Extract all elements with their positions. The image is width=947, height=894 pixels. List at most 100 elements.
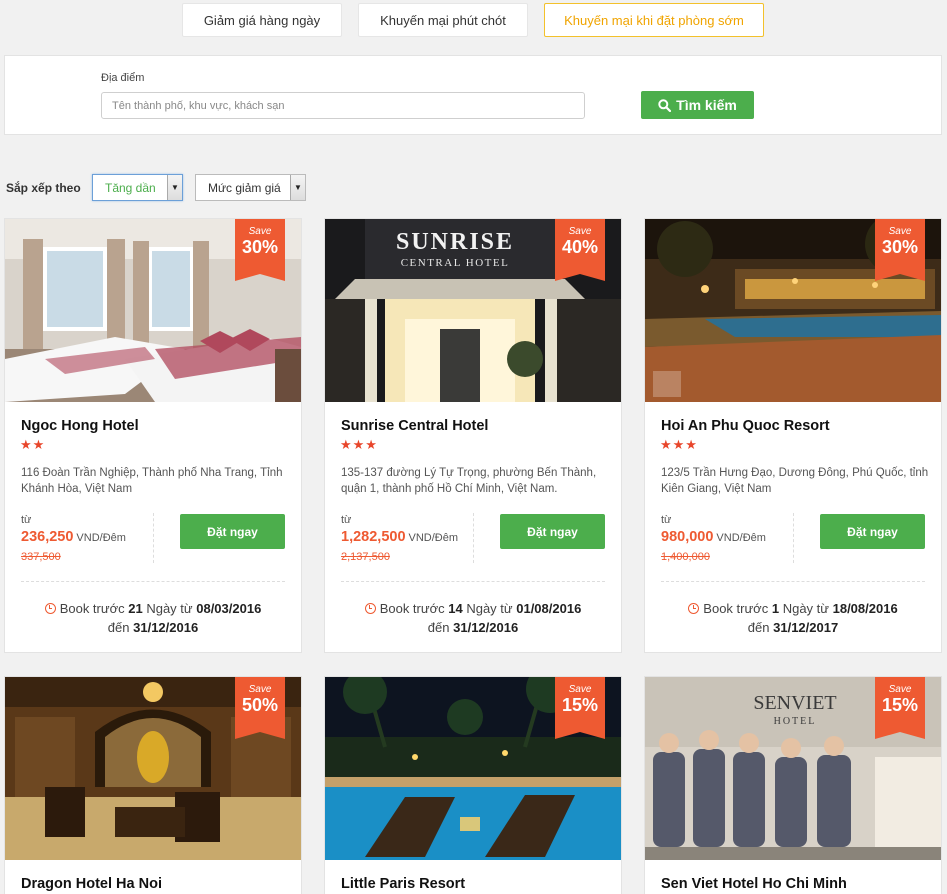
clock-icon: [364, 603, 376, 614]
validity-from: 08/03/2016: [196, 601, 262, 616]
discount-value: 15%: [561, 695, 599, 715]
book-now-button[interactable]: Đặt ngay: [500, 514, 605, 549]
save-label: Save: [568, 226, 592, 237]
discount-badge: Save 15%: [555, 677, 605, 739]
sort-bar: Sắp xếp theo Tăng dần ▼ Mức giảm giá ▼: [0, 174, 947, 204]
location-input[interactable]: [101, 92, 585, 119]
price-unit: VND/Đêm: [408, 532, 459, 544]
hotel-card[interactable]: SUNRISE CENTRAL HOTEL Save 40% Sunrise C…: [324, 218, 622, 653]
validity-to: 31/12/2017: [773, 620, 839, 635]
validity-to: 31/12/2016: [453, 620, 519, 635]
discount-value: 30%: [881, 237, 919, 257]
price: 980,000 VND/Đêm: [661, 529, 766, 545]
save-label: Save: [248, 226, 272, 237]
divider: [153, 513, 154, 563]
validity-mid: Ngày từ: [782, 601, 829, 616]
save-label: Save: [568, 684, 592, 695]
hotel-name[interactable]: Dragon Hotel Ha Noi: [21, 876, 162, 892]
validity-mid: Ngày từ: [146, 601, 193, 616]
star-rating: ★★★: [660, 437, 698, 452]
star-rating: ★★: [20, 437, 46, 452]
validity-to-label: đến: [107, 620, 130, 635]
hotel-name[interactable]: Hoi An Phu Quoc Resort: [661, 418, 830, 434]
hotel-card[interactable]: SENVIET HOTEL Save 15% Sen Viet Hotel Ho…: [644, 676, 942, 894]
old-price: 2,137,500: [341, 551, 390, 563]
validity-prefix: Book trước: [59, 601, 125, 616]
sign-title: SUNRISE: [396, 229, 514, 255]
book-now-button[interactable]: Đặt ngay: [820, 514, 925, 549]
divider: [661, 581, 925, 582]
old-price: 337,500: [21, 551, 61, 563]
hotel-address: 123/5 Trần Hưng Đạo, Dương Đông, Phú Quố…: [661, 467, 929, 495]
discount-badge: Save 30%: [235, 219, 285, 281]
booking-validity: Book trước 21 Ngày từ 08/03/2016 đến 31/…: [5, 599, 301, 637]
discount-value: 40%: [561, 237, 599, 257]
star-rating: ★★★: [340, 437, 378, 452]
validity-to-label: đến: [427, 620, 450, 635]
sort-criteria-select[interactable]: Mức giảm giá ▼: [195, 174, 306, 201]
search-icon: [658, 98, 672, 112]
tab-daily-deals[interactable]: Giảm giá hàng ngày: [182, 3, 342, 37]
chevron-down-icon: ▼: [167, 175, 182, 200]
hotel-card[interactable]: Save 30% Hoi An Phu Quoc Resort ★★★ 123/…: [644, 218, 942, 653]
price-unit: VND/Đêm: [76, 532, 126, 544]
hotel-name[interactable]: Sunrise Central Hotel: [341, 418, 488, 434]
divider: [341, 581, 605, 582]
validity-to: 31/12/2016: [133, 620, 199, 635]
tab-early-booking[interactable]: Khuyến mại khi đặt phòng sớm: [544, 3, 764, 37]
clock-icon: [44, 603, 56, 614]
sign-subtitle: CENTRAL HOTEL: [401, 257, 510, 269]
validity-days: 21: [128, 601, 143, 616]
save-label: Save: [888, 684, 912, 695]
search-panel: Địa điểm Tìm kiếm: [4, 55, 942, 135]
save-label: Save: [888, 226, 912, 237]
from-label: từ: [341, 514, 352, 526]
hotel-address: 116 Đoàn Trần Nghiệp, Thành phố Nha Tran…: [21, 467, 283, 495]
booking-validity: Book trước 1 Ngày từ 18/08/2016 đến 31/1…: [645, 599, 941, 637]
validity-days: 14: [448, 601, 463, 616]
hotel-name[interactable]: Ngoc Hong Hotel: [21, 418, 139, 434]
divider: [473, 513, 474, 563]
sort-order-select[interactable]: Tăng dần ▼: [92, 174, 183, 201]
hotel-name[interactable]: Little Paris Resort: [341, 876, 465, 892]
sign-title: SENVIET: [753, 692, 836, 714]
from-label: từ: [21, 514, 32, 526]
deal-tabs: Giảm giá hàng ngày Khuyến mại phút chót …: [0, 0, 947, 44]
search-button-label: Tìm kiếm: [676, 97, 737, 113]
hotel-card[interactable]: Save 30% Ngoc Hong Hotel ★★ 116 Đoàn Trầ…: [4, 218, 302, 653]
price: 1,282,500 VND/Đêm: [341, 529, 458, 545]
divider: [21, 581, 285, 582]
discount-value: 15%: [881, 695, 919, 715]
validity-prefix: Book trước: [703, 601, 769, 616]
tab-last-minute[interactable]: Khuyến mại phút chót: [358, 3, 528, 37]
validity-mid: Ngày từ: [466, 601, 513, 616]
search-button[interactable]: Tìm kiếm: [641, 91, 754, 119]
hotel-card[interactable]: Save 50% Dragon Hotel Ha Noi: [4, 676, 302, 894]
sign-subtitle: HOTEL: [774, 716, 817, 727]
discount-badge: Save 40%: [555, 219, 605, 281]
hotel-name[interactable]: Sen Viet Hotel Ho Chi Minh: [661, 876, 847, 892]
validity-prefix: Book trước: [379, 601, 445, 616]
booking-validity: Book trước 14 Ngày từ 01/08/2016 đến 31/…: [325, 599, 621, 637]
discount-badge: Save 50%: [235, 677, 285, 739]
book-now-button[interactable]: Đặt ngay: [180, 514, 285, 549]
hotel-address: 135-137 đường Lý Tự Trọng, phường Bến Th…: [341, 467, 597, 495]
divider: [793, 513, 794, 563]
validity-from: 18/08/2016: [832, 601, 898, 616]
sort-criteria-value: Mức giảm giá: [208, 180, 281, 195]
price-value: 236,250: [21, 529, 74, 545]
chevron-down-icon: ▼: [290, 175, 305, 200]
price-value: 980,000: [661, 529, 714, 545]
discount-value: 50%: [241, 695, 279, 715]
old-price: 1,400,000: [661, 551, 710, 563]
clock-icon: [688, 603, 700, 614]
sort-label: Sắp xếp theo: [6, 181, 81, 195]
validity-from: 01/08/2016: [516, 601, 582, 616]
save-label: Save: [248, 684, 272, 695]
location-label: Địa điểm: [101, 72, 145, 84]
hotel-card[interactable]: Save 15% Little Paris Resort: [324, 676, 622, 894]
validity-to-label: đến: [747, 620, 770, 635]
price-value: 1,282,500: [341, 529, 406, 545]
sort-order-value: Tăng dần: [105, 180, 156, 195]
validity-days: 1: [771, 601, 780, 616]
